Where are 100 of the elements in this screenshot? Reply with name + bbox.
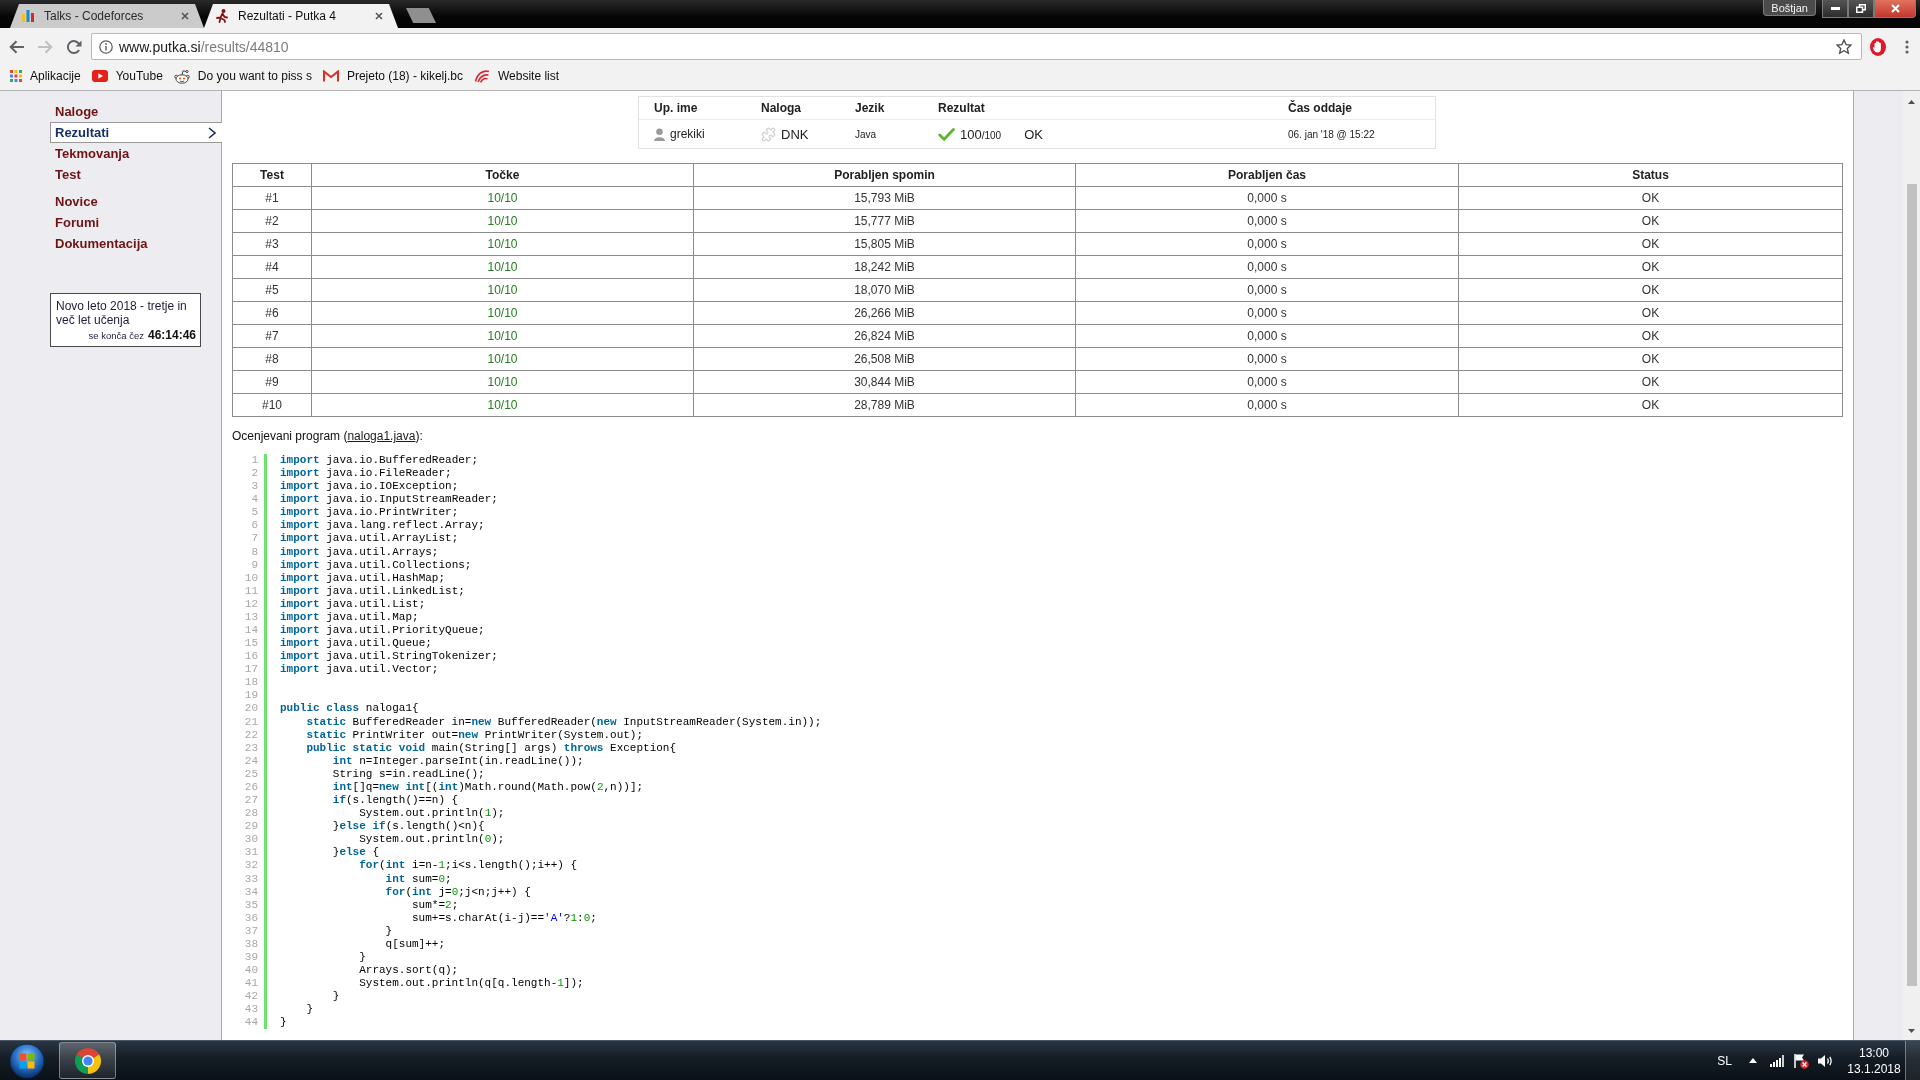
file-link[interactable]: naloga1.java [347,429,416,443]
countdown-title: Novo leto 2018 - tretje in več let učenja [56,299,188,327]
runner-icon [216,9,228,23]
table-cell: 30,844 MiB [693,370,1076,394]
close-icon [1890,4,1900,13]
table-cell: 0,000 s [1075,186,1459,210]
user-icon [654,127,665,141]
code-line: q[sum]++; [385,937,446,951]
table-cell: 26,266 MiB [693,301,1076,325]
table-cell: 26,508 MiB [693,347,1076,371]
clock-time[interactable]: 13:00 [1859,1044,1889,1061]
column-header: Rezultat [938,101,985,115]
table-cell: #3 [232,232,312,256]
sidebar-item[interactable]: Test [50,164,86,185]
line-number: 8 [251,545,258,558]
start-button[interactable] [9,1042,45,1079]
speaker-icon[interactable] [1817,1053,1833,1068]
signal-bars-icon[interactable] [1770,1054,1784,1067]
sidebar-item[interactable]: Naloge [50,101,104,122]
code-line: sum+=s.charAt(i-j)=='A'?1:0; [412,911,597,925]
table-cell: #10 [232,393,312,417]
table-cell: OK [1458,232,1843,256]
profile-button[interactable]: Boštjan [1763,0,1816,16]
sidebar-item[interactable]: Tekmovanja [50,143,135,164]
play-icon [91,70,108,82]
taskbar-app-button[interactable] [59,1042,116,1079]
table-cell: 0,000 s [1075,278,1459,302]
table-cell: 0,000 s [1075,324,1459,348]
mail-icon [322,70,339,82]
line-number: 38 [244,937,258,950]
code-line: int[]q=new int[(int)Math.round(Math.pow(2,n))]; [332,780,644,795]
language-indicator[interactable]: SL [1717,1053,1732,1068]
new-tab-button[interactable] [406,8,436,23]
code-line: import java.io.InputStreamReader; [280,493,498,507]
table-cell: 26,824 MiB [693,324,1076,348]
minimize-icon [1830,7,1840,10]
table-cell: 10/10 [311,278,694,302]
show-desktop-button[interactable] [1905,1041,1920,1080]
sidebar-item[interactable]: Forumi [50,212,105,233]
close-icon[interactable] [181,12,189,20]
close-button[interactable] [1874,0,1916,18]
caret-up-icon[interactable] [1749,1058,1757,1063]
column-header: Porabljen spomin [693,163,1076,187]
sidebar-item[interactable]: Dokumentacija [50,233,153,254]
line-number: 18 [244,676,258,689]
bookmark-item[interactable]: Aplikacije [10,66,81,86]
line-number: 15 [244,637,258,650]
table-cell: 10/10 [311,255,694,279]
code-line: import java.util.PriorityQueue; [280,624,485,638]
code-line: static PrintWriter out=new PrintWriter(System.out); [306,728,644,742]
line-number: 3 [251,480,258,493]
line-number: 40 [244,964,258,977]
info-icon[interactable] [99,39,113,54]
bookmark-item[interactable]: Website list [473,66,560,86]
code-line: int sum=0; [385,872,452,886]
code-line: String s=in.readLine(); [332,767,485,781]
bookmark-star-icon[interactable] [1836,38,1852,55]
table-cell: 0,000 s [1075,301,1459,325]
scroll-down-icon[interactable] [1908,1029,1915,1033]
code-line: Arrays.sort(q); [359,964,459,978]
column-header: Točke [311,163,694,187]
line-number: 12 [244,597,258,610]
menu-icon[interactable] [1905,39,1909,54]
scroll-up-icon[interactable] [1908,100,1915,104]
address-field[interactable]: www.putka.si/results/44810 [91,33,1862,60]
flag-icon[interactable] [1793,1052,1809,1069]
browser-icon [73,1046,102,1075]
line-number: 11 [244,584,258,597]
reload-icon[interactable] [66,38,82,55]
back-arrow-icon[interactable] [9,39,25,54]
line-number: 39 [244,950,258,963]
table-cell: 28,789 MiB [693,393,1076,417]
code-line: public class naloga1{ [280,702,419,716]
code-line: import java.util.Collections; [280,558,472,572]
table-cell: OK [1458,278,1843,302]
browser-tab[interactable]: Rezultati - Putka 4 [204,4,398,28]
restore-button[interactable] [1848,0,1874,18]
check-icon [938,126,955,142]
sidebar-item[interactable]: Novice [50,191,103,212]
line-number: 34 [244,885,258,898]
swirl-icon [473,69,490,83]
minimize-button[interactable] [1822,0,1848,18]
bar-chart-icon [22,10,34,22]
line-number: 27 [244,794,258,807]
line-number: 35 [244,898,258,911]
code-line: } [280,1016,287,1030]
bookmark-item[interactable]: YouTube [91,66,163,86]
clock-date[interactable]: 13.1.2018 [1847,1060,1901,1077]
code-line: import java.util.ArrayList; [280,532,459,546]
hand-icon[interactable] [1870,37,1886,56]
table-cell: 0,000 s [1075,370,1459,394]
line-number: 17 [244,663,258,676]
scrollbar-thumb[interactable] [1906,184,1917,986]
bookmark-item[interactable]: Do you want to piss s [173,66,312,86]
browser-tab[interactable]: Talks - Codeforces [10,4,204,28]
close-icon[interactable] [375,12,383,20]
line-number: 5 [251,506,258,519]
bookmark-item[interactable]: Prejeto (18) - kikelj.bc [322,66,463,86]
table-cell: 10/10 [311,209,694,233]
sidebar-item[interactable]: Rezultati [50,122,222,143]
